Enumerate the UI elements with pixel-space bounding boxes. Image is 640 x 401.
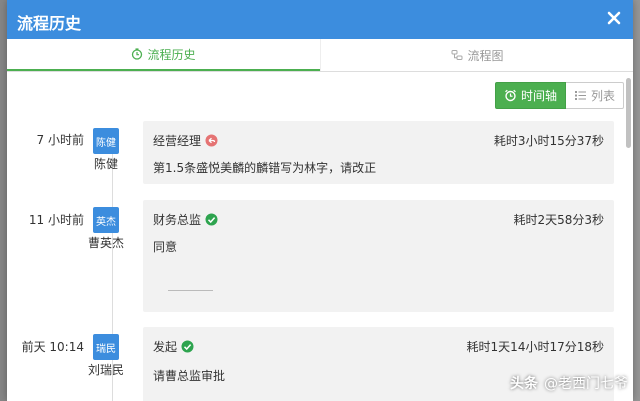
user-name: 刘瑞民 bbox=[87, 363, 124, 377]
step-role: 发起 bbox=[153, 340, 178, 354]
rejected-icon bbox=[205, 134, 218, 147]
user-name: 曹英杰 bbox=[87, 236, 124, 250]
comment: 第1.5条盛悦美麟的麟错写为林字，请改正 bbox=[153, 161, 377, 175]
step-role: 财务总监 bbox=[153, 213, 202, 227]
card-title: 财务总监 bbox=[153, 211, 218, 228]
step-role: 经营经理 bbox=[153, 134, 202, 148]
process-history-dialog: 流程历史 流程历史 流程图 时间轴 列表 7 小时前 陈健 陈健 经营经理 耗时… bbox=[7, 0, 633, 401]
alarm-clock-icon bbox=[505, 89, 516, 102]
avatar: 英杰 bbox=[93, 207, 119, 233]
watermark-brand: 头条 bbox=[510, 376, 538, 392]
comment: 同意 bbox=[153, 240, 178, 254]
tab-flow-chart[interactable]: 流程图 bbox=[320, 39, 633, 71]
duration: 耗时3小时15分37秒 bbox=[493, 134, 604, 148]
user-name: 陈健 bbox=[93, 157, 118, 171]
clock-icon bbox=[132, 48, 143, 60]
tab-bar: 流程历史 流程图 bbox=[7, 39, 633, 72]
history-card: 经营经理 耗时3小时15分37秒 第1.5条盛悦美麟的麟错写为林字，请改正 bbox=[143, 121, 614, 184]
card-title: 经营经理 bbox=[153, 132, 218, 149]
watermark: 头条 @老西门七爷 bbox=[510, 373, 628, 393]
entry-time: 7 小时前 bbox=[36, 133, 84, 147]
timeline-label: 时间轴 bbox=[520, 89, 557, 103]
list-icon bbox=[574, 91, 586, 100]
close-icon[interactable] bbox=[605, 9, 623, 27]
card-title: 发起 bbox=[153, 338, 194, 355]
flow-icon bbox=[451, 50, 463, 60]
approved-icon bbox=[205, 213, 218, 226]
signature-line bbox=[168, 290, 213, 291]
list-view-button[interactable]: 列表 bbox=[565, 82, 624, 109]
dialog-title: 流程历史 bbox=[17, 14, 82, 33]
tab-label: 流程历史 bbox=[147, 47, 196, 62]
duration: 耗时2天58分3秒 bbox=[513, 213, 604, 227]
duration: 耗时1天14小时17分18秒 bbox=[466, 340, 604, 354]
dialog-header: 流程历史 bbox=[7, 0, 633, 39]
scrollbar[interactable] bbox=[626, 78, 631, 148]
watermark-handle: @老西门七爷 bbox=[544, 376, 628, 392]
list-label: 列表 bbox=[590, 89, 615, 103]
tab-label: 流程图 bbox=[467, 48, 504, 63]
tab-process-history[interactable]: 流程历史 bbox=[7, 39, 320, 71]
avatar: 瑞民 bbox=[93, 334, 119, 360]
view-toggle: 时间轴 列表 bbox=[494, 82, 624, 109]
approved-icon bbox=[181, 340, 194, 353]
timeline-view-button[interactable]: 时间轴 bbox=[494, 82, 566, 109]
comment: 请曹总监审批 bbox=[153, 369, 226, 383]
avatar: 陈健 bbox=[93, 128, 119, 154]
entry-time: 11 小时前 bbox=[28, 213, 84, 227]
history-card: 财务总监 耗时2天58分3秒 同意 bbox=[143, 200, 614, 312]
entry-time: 前天 10:14 bbox=[21, 340, 84, 354]
